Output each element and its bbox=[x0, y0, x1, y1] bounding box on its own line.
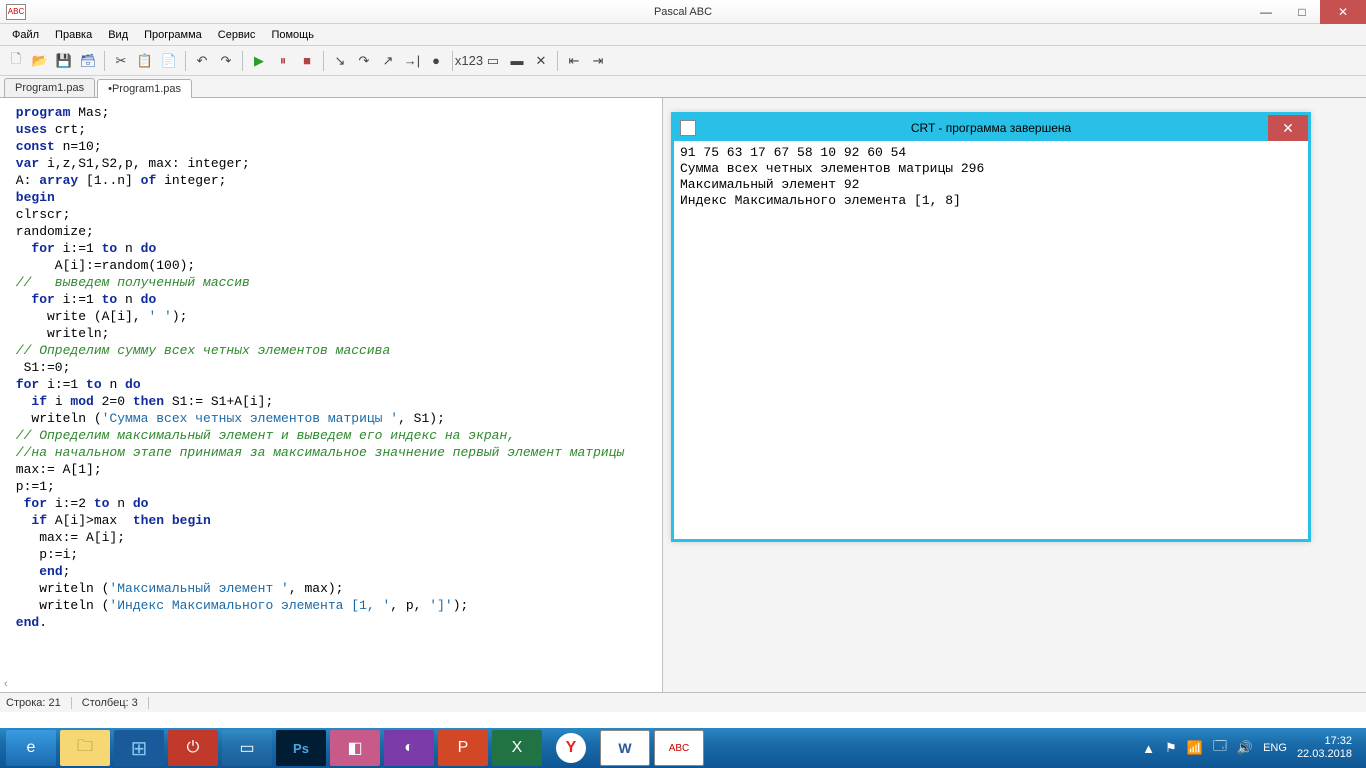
windows-taskbar: e🗀⊞⏻▭Ps◧◐PXYWABC ▲ ⚑ 📶 🗔 🔊 ENG 17:32 22.… bbox=[0, 728, 1366, 768]
crt-window: CRT - программа завершена ✕ 91 75 63 17 … bbox=[671, 112, 1311, 542]
taskbar-app-violet[interactable]: ◐ bbox=[384, 730, 434, 766]
taskbar-excel[interactable]: X bbox=[492, 730, 542, 766]
watch-icon[interactable]: x123 bbox=[459, 51, 479, 71]
indent-left-icon[interactable]: ⇤ bbox=[564, 51, 584, 71]
scroll-left-cue: ‹ bbox=[4, 678, 8, 690]
toolbar-separator bbox=[557, 51, 558, 71]
tray-up-icon[interactable]: ▲ bbox=[1142, 741, 1155, 756]
taskbar-powerpoint[interactable]: P bbox=[438, 730, 488, 766]
toolbar-separator bbox=[242, 51, 243, 71]
crt-output: 91 75 63 17 67 58 10 92 60 54 Сумма всех… bbox=[674, 141, 1308, 213]
status-bar: Строка: 21 Столбец: 3 bbox=[0, 692, 1366, 712]
menu-помощь[interactable]: Помощь bbox=[263, 26, 322, 44]
menu-правка[interactable]: Правка bbox=[47, 26, 100, 44]
breakpoint-icon[interactable]: ● bbox=[426, 51, 446, 71]
menu-вид[interactable]: Вид bbox=[100, 26, 136, 44]
indent-right-icon[interactable]: ⇥ bbox=[588, 51, 608, 71]
taskbar-yandex[interactable]: Y bbox=[556, 733, 586, 763]
save-icon[interactable]: 💾 bbox=[54, 51, 74, 71]
pause-icon[interactable]: ⏸ bbox=[273, 51, 293, 71]
cut-icon[interactable]: ✂ bbox=[111, 51, 131, 71]
taskbar-app-pink[interactable]: ◧ bbox=[330, 730, 380, 766]
step-over-icon[interactable]: ↷ bbox=[354, 51, 374, 71]
status-line: Строка: 21 bbox=[6, 697, 72, 709]
step-out-icon[interactable]: ↗ bbox=[378, 51, 398, 71]
toolbar: 🗋📂💾🗃✂📋📄↶↷▶⏸■↘↷↗→|●x123▭▬✕⇤⇥ bbox=[0, 46, 1366, 76]
volume-icon[interactable]: 🔊 bbox=[1237, 740, 1253, 756]
save-all-icon[interactable]: 🗃 bbox=[78, 51, 98, 71]
tab-strip: Program1.pas•Program1.pas bbox=[0, 76, 1366, 98]
menu-сервис[interactable]: Сервис bbox=[210, 26, 264, 44]
taskbar-generic1[interactable]: ▭ bbox=[222, 730, 272, 766]
right-pane: CRT - программа завершена ✕ 91 75 63 17 … bbox=[663, 98, 1366, 692]
crt-title-bar[interactable]: CRT - программа завершена ✕ bbox=[674, 115, 1308, 141]
clear-icon[interactable]: ✕ bbox=[531, 51, 551, 71]
crt-icon bbox=[680, 120, 696, 136]
crt-close-button[interactable]: ✕ bbox=[1268, 115, 1308, 141]
main-area: program Mas; uses crt; const n=10; var i… bbox=[0, 98, 1366, 692]
crt-title-text: CRT - программа завершена bbox=[911, 121, 1071, 135]
toolbar-separator bbox=[104, 51, 105, 71]
toolbar-separator bbox=[323, 51, 324, 71]
taskbar-explorer[interactable]: 🗀 bbox=[60, 730, 110, 766]
menu-файл[interactable]: Файл bbox=[4, 26, 47, 44]
run-to-cursor-icon[interactable]: →| bbox=[402, 51, 422, 71]
battery-icon[interactable]: 🗔 bbox=[1213, 737, 1227, 759]
step-into-icon[interactable]: ↘ bbox=[330, 51, 350, 71]
taskbar-photoshop[interactable]: Ps bbox=[276, 730, 326, 766]
app-icon: ABC bbox=[6, 4, 26, 20]
taskbar-pascal-abc[interactable]: ABC bbox=[654, 730, 704, 766]
close-button[interactable]: ✕ bbox=[1320, 0, 1366, 24]
redo-icon[interactable]: ↷ bbox=[216, 51, 236, 71]
copy-icon[interactable]: 📋 bbox=[135, 51, 155, 71]
open-file-icon[interactable]: 📂 bbox=[30, 51, 50, 71]
network-icon[interactable]: 📶 bbox=[1187, 740, 1203, 756]
console-icon[interactable]: ▬ bbox=[507, 51, 527, 71]
taskbar-ie[interactable]: e bbox=[6, 730, 56, 766]
paste-icon[interactable]: 📄 bbox=[159, 51, 179, 71]
new-file-icon[interactable]: 🗋 bbox=[6, 51, 26, 71]
taskbar-start[interactable]: ⊞ bbox=[114, 730, 164, 766]
tab-Program1pas[interactable]: Program1.pas bbox=[4, 78, 95, 97]
window-icon[interactable]: ▭ bbox=[483, 51, 503, 71]
undo-icon[interactable]: ↶ bbox=[192, 51, 212, 71]
system-tray: ▲ ⚑ 📶 🗔 🔊 ENG 17:32 22.03.2018 bbox=[1142, 735, 1362, 761]
code-editor[interactable]: program Mas; uses crt; const n=10; var i… bbox=[0, 98, 663, 692]
title-bar: ABC Pascal ABC — □ ✕ bbox=[0, 0, 1366, 24]
maximize-button[interactable]: □ bbox=[1284, 0, 1320, 24]
taskbar-word[interactable]: W bbox=[600, 730, 650, 766]
minimize-button[interactable]: — bbox=[1248, 0, 1284, 24]
menu-программа[interactable]: Программа bbox=[136, 26, 210, 44]
run-icon[interactable]: ▶ bbox=[249, 51, 269, 71]
taskbar-power[interactable]: ⏻ bbox=[168, 730, 218, 766]
tab-Program1pas[interactable]: •Program1.pas bbox=[97, 79, 192, 98]
toolbar-separator bbox=[185, 51, 186, 71]
clock[interactable]: 17:32 22.03.2018 bbox=[1297, 735, 1352, 761]
flag-icon[interactable]: ⚑ bbox=[1165, 740, 1177, 756]
language-indicator[interactable]: ENG bbox=[1263, 742, 1287, 754]
window-title: Pascal ABC bbox=[654, 6, 712, 18]
status-column: Столбец: 3 bbox=[82, 697, 149, 709]
menu-bar: ФайлПравкаВидПрограммаСервисПомощь bbox=[0, 24, 1366, 46]
toolbar-separator bbox=[452, 51, 453, 71]
stop-icon[interactable]: ■ bbox=[297, 51, 317, 71]
